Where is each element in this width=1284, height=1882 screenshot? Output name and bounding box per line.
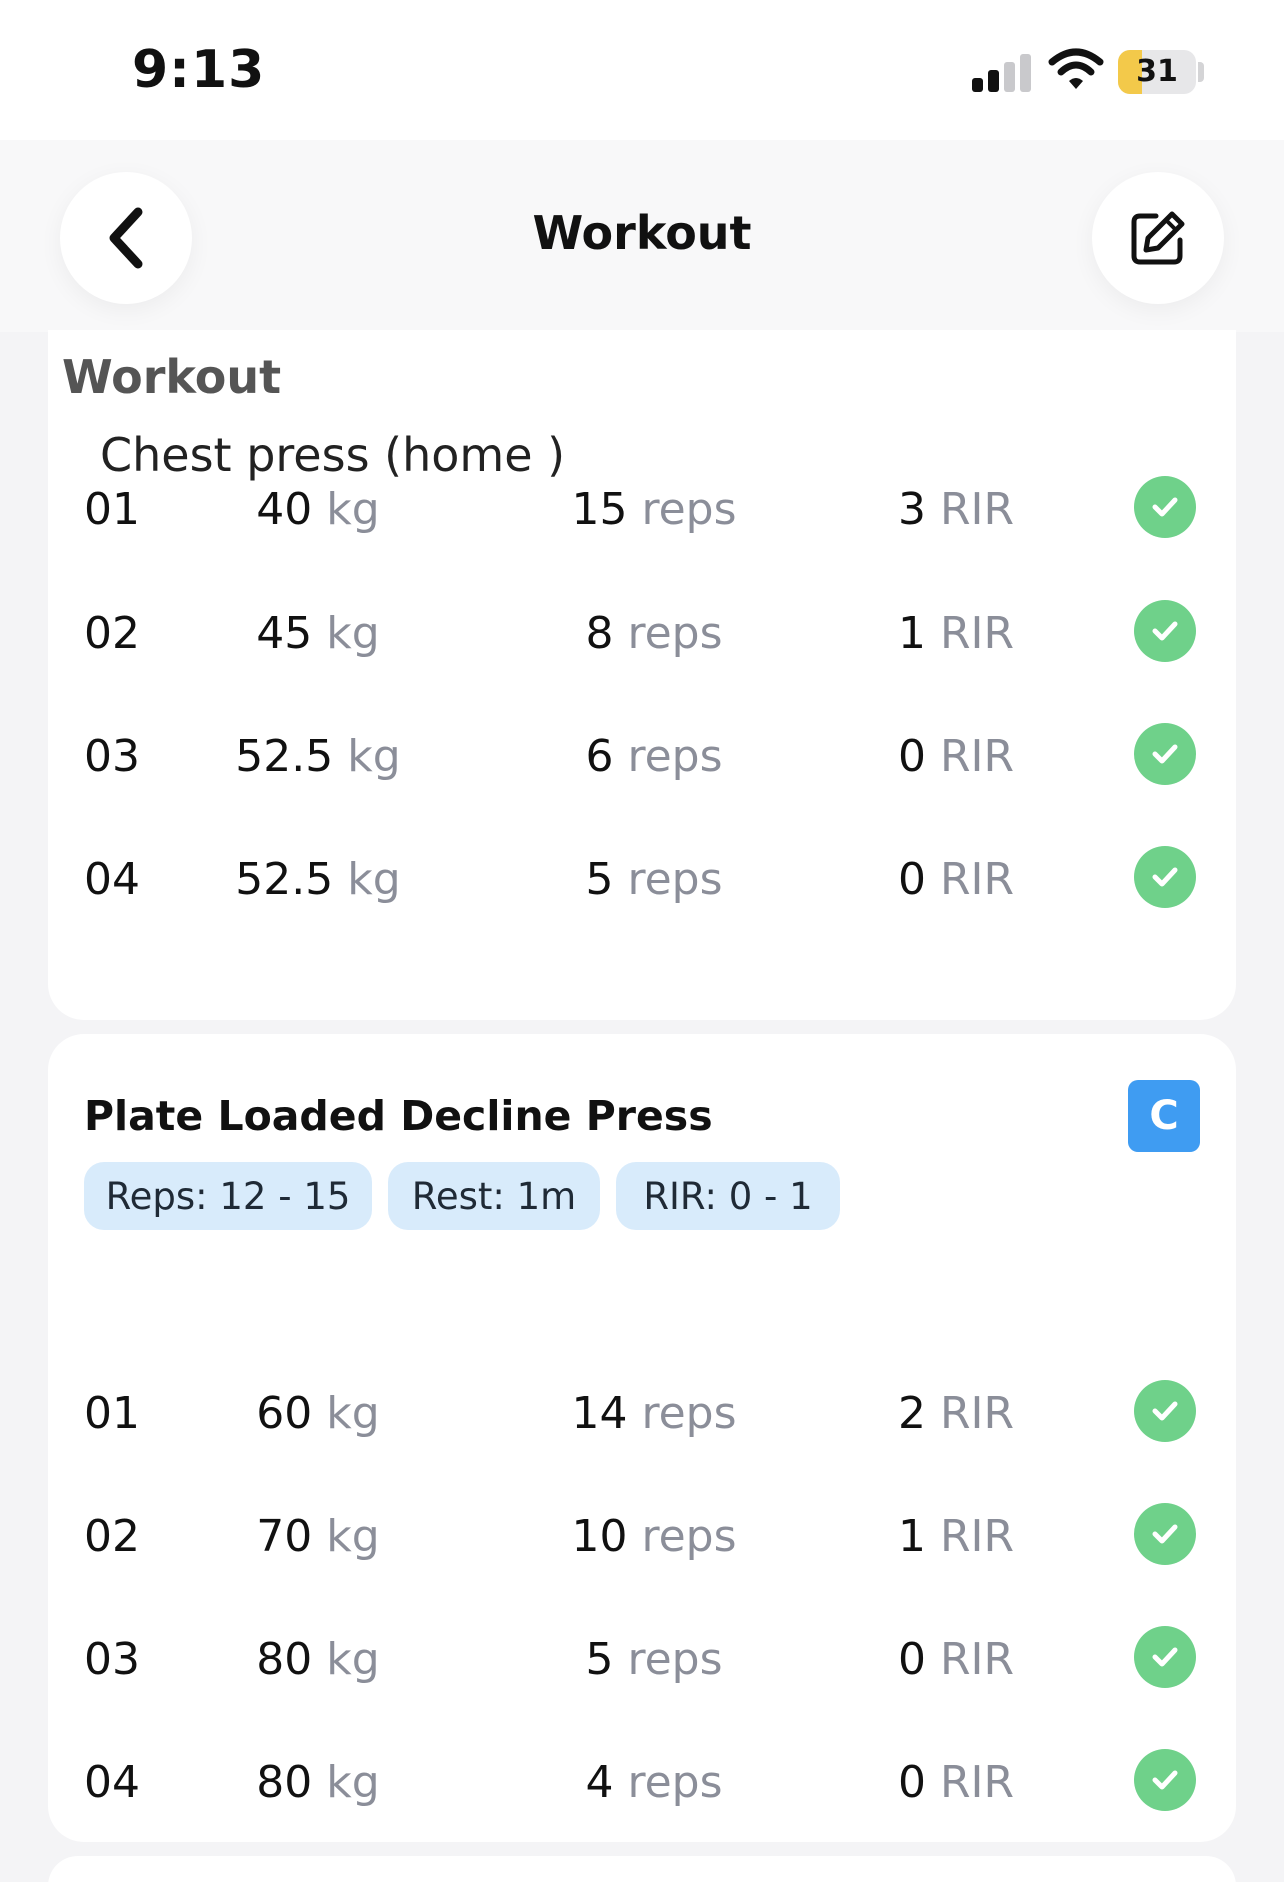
edit-icon bbox=[1131, 211, 1185, 265]
set-row[interactable]: 01 40 kg 15 reps 3 RIR bbox=[48, 476, 1236, 556]
reps-target-chip: Reps: 12 - 15 bbox=[84, 1162, 372, 1230]
set-row[interactable]: 03 80 kg 5 reps 0 RIR bbox=[48, 1626, 1236, 1706]
set-rir: 1 RIR bbox=[897, 608, 1015, 659]
set-reps: 15 reps bbox=[571, 484, 737, 535]
set-number: 04 bbox=[84, 854, 140, 905]
set-number: 04 bbox=[84, 1757, 140, 1808]
set-rir: 3 RIR bbox=[897, 484, 1015, 535]
edit-button[interactable] bbox=[1092, 172, 1224, 304]
rest-chip: Rest: 1m bbox=[388, 1162, 600, 1230]
exercise-card-next[interactable] bbox=[48, 1856, 1236, 1882]
set-number: 02 bbox=[84, 1511, 140, 1562]
check-icon[interactable] bbox=[1134, 1380, 1196, 1442]
set-number: 01 bbox=[84, 484, 140, 535]
nav-header: Workout bbox=[0, 140, 1284, 332]
check-icon[interactable] bbox=[1134, 1749, 1196, 1811]
check-icon[interactable] bbox=[1134, 846, 1196, 908]
check-icon[interactable] bbox=[1134, 600, 1196, 662]
set-reps: 4 reps bbox=[585, 1757, 723, 1808]
set-rir: 0 RIR bbox=[897, 1757, 1015, 1808]
set-weight: 80 kg bbox=[256, 1634, 380, 1685]
set-weight: 70 kg bbox=[256, 1511, 380, 1562]
set-row[interactable]: 04 52.5 kg 5 reps 0 RIR bbox=[48, 846, 1236, 926]
status-bar: 9:13 31 bbox=[0, 0, 1284, 140]
set-row[interactable]: 03 52.5 kg 6 reps 0 RIR bbox=[48, 723, 1236, 803]
set-reps: 10 reps bbox=[571, 1511, 737, 1562]
set-number: 01 bbox=[84, 1388, 140, 1439]
set-reps: 8 reps bbox=[585, 608, 723, 659]
set-reps: 14 reps bbox=[571, 1388, 737, 1439]
set-rir: 2 RIR bbox=[897, 1388, 1015, 1439]
battery-icon: 31 bbox=[1118, 50, 1196, 94]
set-row[interactable]: 04 80 kg 4 reps 0 RIR bbox=[48, 1749, 1236, 1829]
set-weight: 80 kg bbox=[256, 1757, 380, 1808]
set-row[interactable]: 02 70 kg 10 reps 1 RIR bbox=[48, 1503, 1236, 1583]
set-rir: 0 RIR bbox=[897, 731, 1015, 782]
set-number: 02 bbox=[84, 608, 140, 659]
rir-target-chip: RIR: 0 - 1 bbox=[616, 1162, 840, 1230]
check-icon[interactable] bbox=[1134, 723, 1196, 785]
set-rir: 1 RIR bbox=[897, 1511, 1015, 1562]
set-reps: 6 reps bbox=[585, 731, 723, 782]
exercise-name[interactable]: Plate Loaded Decline Press bbox=[84, 1092, 713, 1140]
set-rir: 0 RIR bbox=[897, 854, 1015, 905]
set-weight: 45 kg bbox=[256, 608, 380, 659]
set-row[interactable]: 01 60 kg 14 reps 2 RIR bbox=[48, 1380, 1236, 1460]
set-number: 03 bbox=[84, 1634, 140, 1685]
status-time: 9:13 bbox=[132, 40, 266, 100]
exercise-card: Plate Loaded Decline Press C Reps: 12 - … bbox=[48, 1034, 1236, 1842]
set-reps: 5 reps bbox=[585, 854, 723, 905]
set-rir: 0 RIR bbox=[897, 1634, 1015, 1685]
battery-percentage: 31 bbox=[1136, 54, 1178, 89]
exercise-card: Chest press (home ) 01 40 kg 15 reps 3 R… bbox=[48, 330, 1236, 1020]
cellular-signal-icon bbox=[972, 52, 1032, 92]
check-icon[interactable] bbox=[1134, 1626, 1196, 1688]
wifi-icon bbox=[1048, 48, 1104, 89]
set-row[interactable]: 02 45 kg 8 reps 1 RIR bbox=[48, 600, 1236, 680]
section-label: Workout bbox=[62, 350, 282, 404]
exercise-badge[interactable]: C bbox=[1128, 1080, 1200, 1152]
set-weight: 52.5 kg bbox=[235, 731, 401, 782]
set-weight: 60 kg bbox=[256, 1388, 380, 1439]
set-number: 03 bbox=[84, 731, 140, 782]
exercise-name[interactable]: Chest press (home ) bbox=[100, 428, 565, 482]
check-icon[interactable] bbox=[1134, 1503, 1196, 1565]
set-weight: 40 kg bbox=[256, 484, 380, 535]
check-icon[interactable] bbox=[1134, 476, 1196, 538]
battery-tip bbox=[1198, 62, 1204, 82]
set-weight: 52.5 kg bbox=[235, 854, 401, 905]
set-reps: 5 reps bbox=[585, 1634, 723, 1685]
